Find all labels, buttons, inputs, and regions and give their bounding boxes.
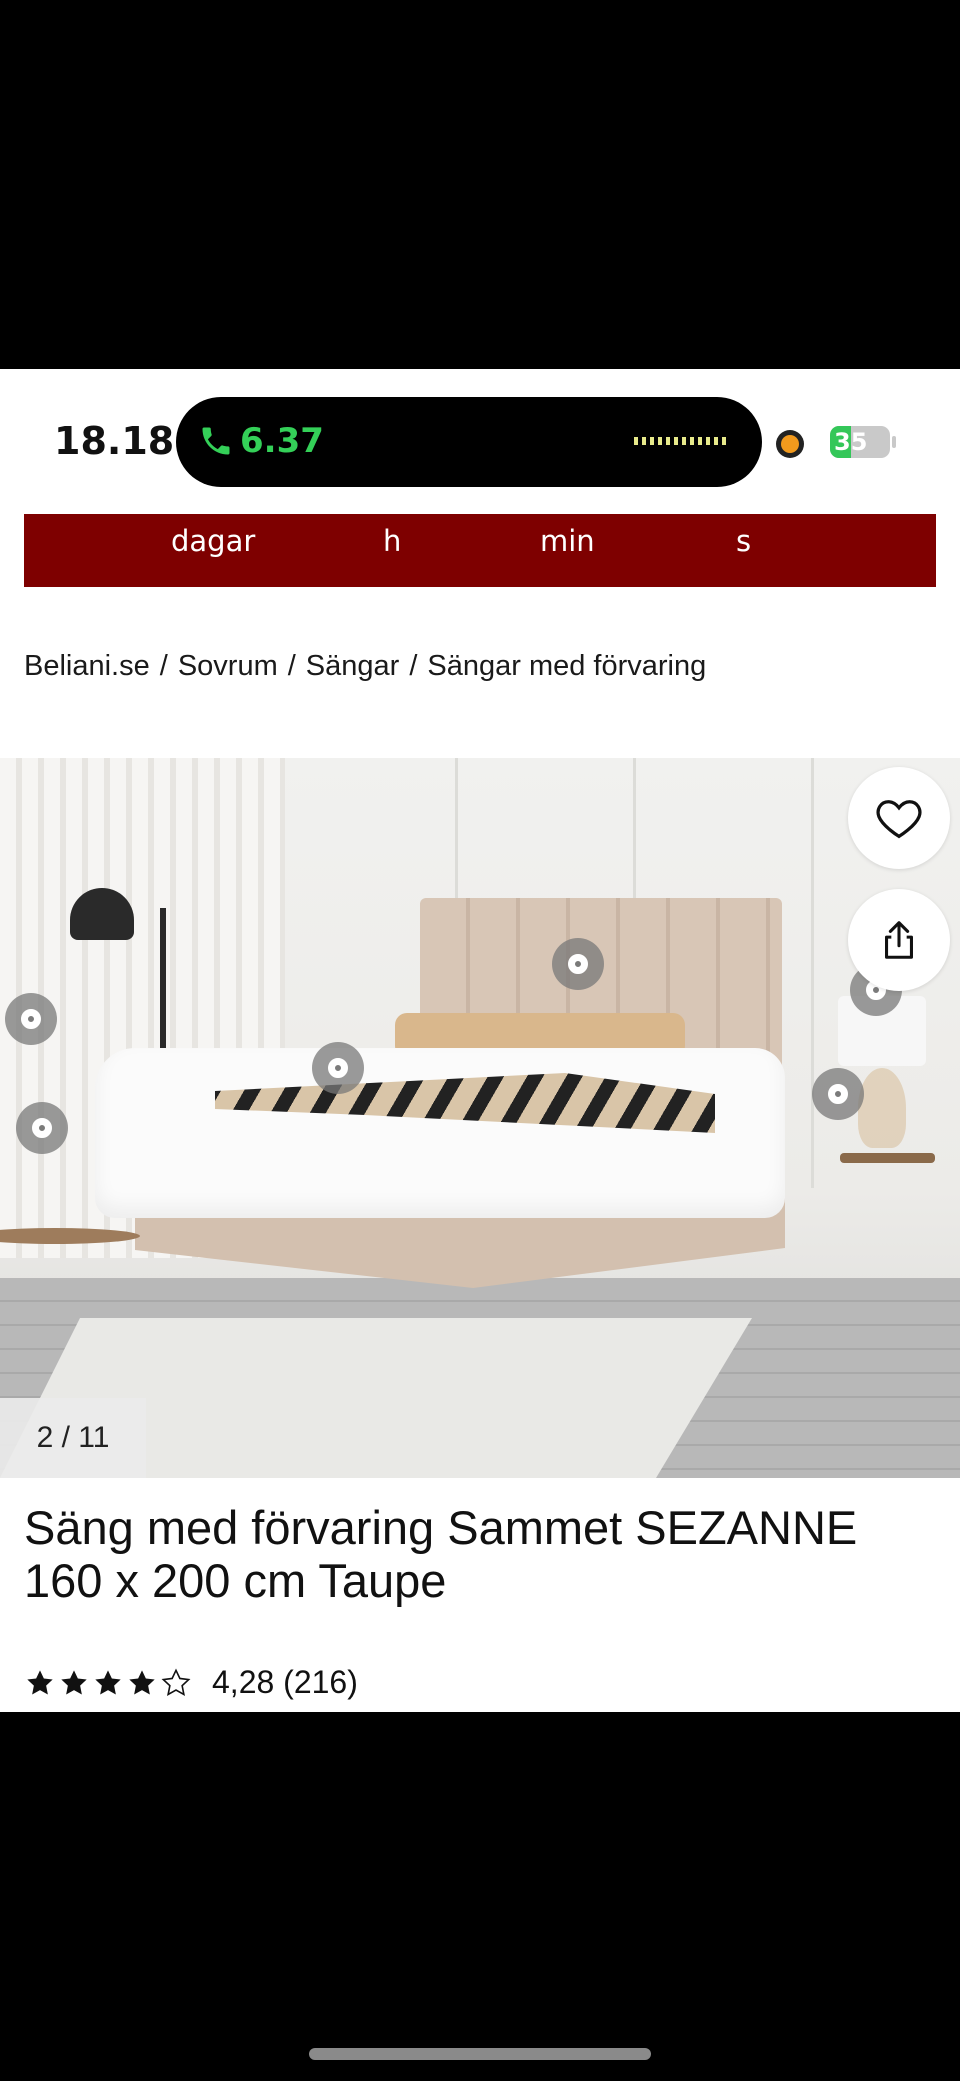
dynamic-island[interactable]: 6.37 xyxy=(176,397,762,487)
audio-waveform-icon xyxy=(634,437,730,445)
battery-nub xyxy=(892,436,896,448)
breadcrumb-item-sangar[interactable]: Sängar xyxy=(306,650,400,683)
scene-table-lamp-base xyxy=(858,1068,906,1148)
countdown-minutes-label: min xyxy=(540,524,595,558)
rating-value: 4,28 (216) xyxy=(212,1664,358,1700)
phone-icon xyxy=(202,427,230,455)
app-screen: 18.18 6.37 35 dagar h min s Beliani.se /… xyxy=(0,369,960,1712)
product-hotspot-bed[interactable] xyxy=(312,1042,364,1094)
wishlist-button[interactable] xyxy=(848,767,950,869)
promo-countdown-bar[interactable]: dagar h min s xyxy=(24,514,936,587)
home-indicator[interactable] xyxy=(309,2048,651,2060)
bed-duvet xyxy=(95,1048,785,1218)
breadcrumb-item-sovrum[interactable]: Sovrum xyxy=(178,650,278,683)
countdown-days-label: dagar xyxy=(171,524,256,558)
scene-side-table xyxy=(840,1153,935,1163)
star-empty-icon xyxy=(161,1667,191,1696)
breadcrumb-separator: / xyxy=(409,650,418,682)
product-hotspot-headboard[interactable] xyxy=(552,938,604,990)
breadcrumb-separator: / xyxy=(287,650,296,682)
product-image-gallery[interactable]: 2 / 11 xyxy=(0,758,960,1478)
product-hotspot-chair[interactable] xyxy=(5,993,57,1045)
battery-charging-icon: 35 xyxy=(830,426,890,458)
product-hotspot-side-table[interactable] xyxy=(812,1068,864,1120)
breadcrumb: Beliani.se / Sovrum / Sängar / Sängar me… xyxy=(24,650,706,683)
rating-stars xyxy=(24,1667,192,1699)
countdown-seconds-label: s xyxy=(736,524,752,558)
breadcrumb-item-home[interactable]: Beliani.se xyxy=(24,650,150,683)
share-icon xyxy=(885,921,913,959)
breadcrumb-separator: / xyxy=(159,650,168,682)
call-duration: 6.37 xyxy=(240,421,324,461)
star-filled-icon xyxy=(95,1669,121,1694)
product-rating[interactable]: 4,28 (216) xyxy=(24,1664,358,1701)
countdown-hours-label: h xyxy=(383,524,402,558)
recording-dot-icon xyxy=(776,430,804,458)
product-title: Säng med förvaring Sammet SEZANNE 160 x … xyxy=(24,1501,858,1607)
status-time: 18.18 xyxy=(54,419,175,463)
image-counter: 2 / 11 xyxy=(0,1398,146,1478)
share-button[interactable] xyxy=(848,889,950,991)
battery-level: 35 xyxy=(834,428,868,456)
star-filled-icon xyxy=(27,1669,53,1694)
heart-icon xyxy=(876,800,922,839)
breadcrumb-item-sangar-med-forvaring[interactable]: Sängar med förvaring xyxy=(427,650,706,683)
star-filled-icon xyxy=(129,1669,155,1694)
star-filled-icon xyxy=(61,1669,87,1694)
product-hotspot-coffee-table[interactable] xyxy=(16,1102,68,1154)
